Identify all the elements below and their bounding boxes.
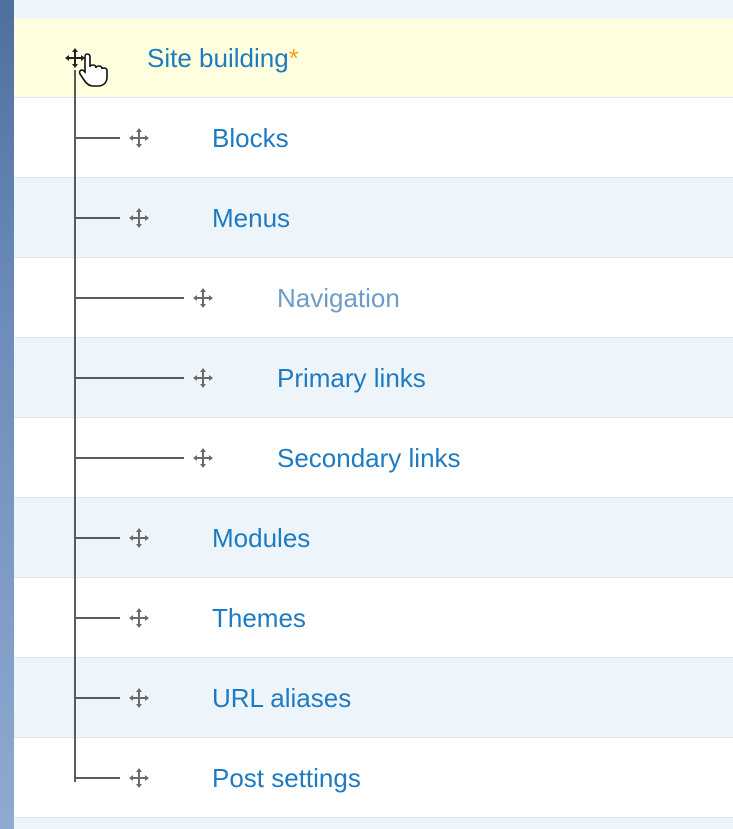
drag-handle-icon[interactable] [192,287,214,309]
hand-pointer-cursor-icon [78,53,108,87]
menu-item-site-building[interactable]: Site building [147,43,289,73]
drag-handle-icon[interactable] [128,607,150,629]
menu-item-menus[interactable]: Menus [212,178,290,258]
tree-trunk-line [74,70,76,782]
table-row-secondary-links[interactable]: Secondary links [14,418,733,498]
tree-connector [74,377,184,379]
tree-connector [74,217,120,219]
table-row-themes[interactable]: Themes [14,578,733,658]
tree-connector [74,777,120,779]
menu-item-blocks[interactable]: Blocks [212,98,289,178]
drag-handle-icon[interactable] [128,767,150,789]
table-row-navigation[interactable]: Navigation [14,258,733,338]
menu-item-primary-links[interactable]: Primary links [277,338,426,418]
drag-handle-icon[interactable] [128,527,150,549]
drag-handle-icon[interactable] [128,687,150,709]
drag-handle-icon[interactable] [192,367,214,389]
menu-item-post-settings[interactable]: Post settings [212,738,361,818]
drag-handle-icon[interactable] [128,127,150,149]
table-row-blocks[interactable]: Blocks [14,98,733,178]
menu-item-modules[interactable]: Modules [212,498,310,578]
menu-item-themes[interactable]: Themes [212,578,306,658]
menu-item-url-aliases[interactable]: URL aliases [212,658,351,738]
table-header-strip [14,0,733,19]
tree-connector [74,537,120,539]
table-row-post-settings[interactable]: Post settings [14,738,733,818]
changed-marker: * [288,43,299,73]
menu-tree-panel: Site building* Blocks Menus Navigation P… [14,0,733,829]
tree-connector [74,297,184,299]
drag-handle-icon[interactable] [128,207,150,229]
table-row-primary-links[interactable]: Primary links [14,338,733,418]
table-row-menus[interactable]: Menus [14,178,733,258]
drag-handle-icon[interactable] [192,447,214,469]
tree-connector [74,137,120,139]
menu-item-label[interactable]: Site building* [147,18,299,98]
tree-connector [74,697,120,699]
tree-connector [74,457,184,459]
menu-item-navigation[interactable]: Navigation [277,258,400,338]
table-row-modules[interactable]: Modules [14,498,733,578]
table-row-url-aliases[interactable]: URL aliases [14,658,733,738]
menu-item-secondary-links[interactable]: Secondary links [277,418,461,498]
tree-connector [74,617,120,619]
table-footer-strip [14,818,733,829]
table-row-site-building[interactable]: Site building* [14,18,733,98]
